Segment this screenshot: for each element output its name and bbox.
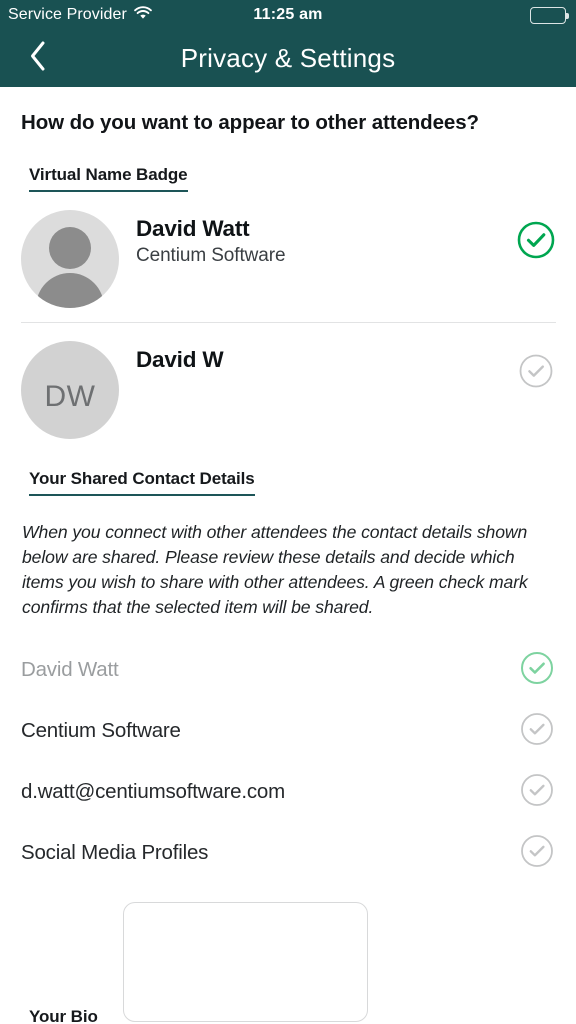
badge-name: David Watt (136, 216, 250, 241)
back-button[interactable] (16, 30, 60, 87)
shared-contact-row[interactable]: d.watt@centiumsoftware.com (0, 762, 576, 823)
shared-contact-label: Social Media Profiles (21, 841, 209, 865)
shared-contact-toggle[interactable] (518, 649, 556, 692)
bio-input[interactable] (123, 901, 369, 1022)
shared-contact-row[interactable]: Centium Software (0, 701, 576, 762)
name-badge-option[interactable]: David Watt Centium Software (0, 192, 576, 308)
content-area: How do you want to appear to other atten… (0, 111, 576, 1024)
check-circle-icon (518, 712, 556, 752)
check-circle-icon (516, 354, 556, 395)
shared-contact-label: Centium Software (21, 719, 181, 743)
shared-contact-toggle[interactable] (518, 710, 556, 753)
battery-full-icon (530, 6, 569, 24)
check-circle-icon (516, 221, 556, 264)
shared-contact-row[interactable]: David Watt (0, 640, 576, 701)
shared-contacts-list: David Watt Centium Software d.watt@centi… (0, 640, 576, 884)
name-badge-text: David W (119, 341, 516, 376)
badge-name: David W (136, 347, 224, 372)
chevron-left-icon (28, 40, 48, 77)
section-title-bio: Your Bio (29, 1007, 98, 1024)
page-title: Privacy & Settings (180, 43, 396, 73)
badge-select-toggle[interactable] (516, 210, 556, 265)
shared-contact-details-section: Your Shared Contact Details When you con… (0, 439, 576, 884)
shared-contacts-description: When you connect with other attendees th… (22, 522, 528, 617)
badge-company: Centium Software (136, 245, 286, 266)
nav-bar: Privacy & Settings (0, 30, 576, 87)
status-bar-right (530, 6, 569, 24)
shared-contact-row[interactable]: Social Media Profiles (0, 823, 576, 884)
check-circle-icon (518, 651, 556, 691)
check-circle-icon (518, 773, 556, 813)
avatar-initials: DW (44, 380, 96, 413)
shared-contact-toggle[interactable] (518, 771, 556, 814)
avatar (21, 210, 119, 308)
name-badge-option[interactable]: DW David W (0, 323, 576, 439)
bio-section: Your Bio (0, 884, 576, 1024)
shared-contact-label: d.watt@centiumsoftware.com (21, 780, 285, 804)
section-title-shared-contacts: Your Shared Contact Details (29, 469, 255, 496)
shared-contact-toggle[interactable] (518, 832, 556, 875)
app-root: Service Provider 11:25 am Privacy & Sett… (0, 0, 576, 1024)
clock-label: 11:25 am (253, 6, 323, 23)
status-bar: Service Provider 11:25 am (0, 0, 576, 30)
shared-contact-label: David Watt (21, 658, 119, 682)
section-title-name-badge: Virtual Name Badge (29, 165, 188, 192)
avatar: DW (21, 341, 119, 439)
virtual-name-badge-section: Virtual Name Badge David Watt Centium So… (0, 135, 576, 439)
appearance-question: How do you want to appear to other atten… (21, 111, 479, 134)
name-badge-text: David Watt Centium Software (119, 210, 516, 267)
badge-select-toggle[interactable] (516, 341, 556, 396)
check-circle-icon (518, 834, 556, 874)
